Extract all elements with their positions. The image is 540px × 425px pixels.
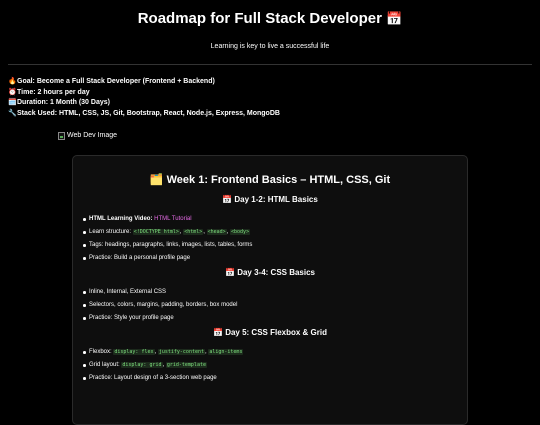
- duration-text: Duration: 1 Month (30 Days): [17, 99, 110, 107]
- grid-label: Grid layout:: [89, 362, 120, 368]
- divider: [8, 64, 532, 65]
- list-item: Learn structure: <!DOCTYPE html>, <html>…: [83, 228, 467, 236]
- day-title: 📅 Day 5: CSS Flexbox & Grid: [73, 328, 467, 338]
- list-item: Selectors, colors, margins, padding, bor…: [83, 301, 467, 309]
- code-snippet: display: flex: [113, 349, 155, 355]
- day-title-text: Day 5: CSS Flexbox & Grid: [225, 328, 327, 337]
- day-title-text: Day 3-4: CSS Basics: [237, 268, 316, 277]
- code-snippet: <html>: [183, 229, 204, 235]
- list-item: Practice: Style your profile page: [83, 314, 467, 322]
- time-line: ⏰Time: 2 hours per day: [8, 88, 540, 99]
- list-item: Inline, Internal, External CSS: [83, 288, 467, 296]
- stack-text: Stack Used: HTML, CSS, JS, Git, Bootstra…: [17, 109, 280, 117]
- code-snippet: <body>: [230, 229, 251, 235]
- page-title: Roadmap for Full Stack Developer 📅: [0, 0, 540, 28]
- image-alt-text: Web Dev Image: [67, 132, 118, 140]
- day-1-2-list: HTML Learning Video: HTML Tutorial Learn…: [73, 215, 467, 262]
- folder-icon: 🗂️: [149, 174, 164, 186]
- list-item: Flexbox: display: flex, justify-content,…: [83, 348, 467, 356]
- week-1-card: 🗂️ Week 1: Frontend Basics – HTML, CSS, …: [72, 155, 468, 425]
- stack-line: 🔧Stack Used: HTML, CSS, JS, Git, Bootstr…: [8, 109, 540, 120]
- list-item: Tags: headings, paragraphs, links, image…: [83, 241, 467, 249]
- page-subtitle: Learning is key to live a successful lif…: [210, 43, 330, 50]
- list-item: Practice: Layout design of a 3-section w…: [83, 374, 467, 382]
- list-item: Grid layout: display: grid, grid-templat…: [83, 361, 467, 369]
- day-title: 📅 Day 1-2: HTML Basics: [73, 195, 467, 205]
- day-3-4-list: Inline, Internal, External CSS Selectors…: [73, 288, 467, 322]
- list-item: Practice: Build a personal profile page: [83, 254, 467, 262]
- flexbox-label: Flexbox:: [89, 349, 112, 355]
- goal-line: 🔥Goal: Become a Full Stack Developer (Fr…: [8, 77, 540, 88]
- calendar-icon: 📅: [386, 11, 403, 26]
- goal-text: Goal: Become a Full Stack Developer (Fro…: [17, 78, 215, 85]
- fire-icon: 🔥: [8, 78, 17, 85]
- html-tutorial-link[interactable]: HTML Tutorial: [154, 216, 191, 222]
- broken-image-icon: [58, 131, 65, 140]
- code-snippet: justify-content: [157, 349, 205, 355]
- calendar-icon: 📅: [212, 328, 223, 337]
- calendar-icon: 📅: [222, 195, 233, 204]
- page-title-text: Roadmap for Full Stack Developer: [137, 10, 382, 27]
- time-text: Time: 2 hours per day: [17, 88, 90, 96]
- web-dev-image: Web Dev Image: [58, 131, 540, 140]
- day-title-text: Day 1-2: HTML Basics: [234, 195, 318, 204]
- list-item: HTML Learning Video: HTML Tutorial: [83, 215, 467, 223]
- duration-line: 🗓️Duration: 1 Month (30 Days): [8, 98, 540, 109]
- video-label: HTML Learning Video:: [89, 216, 153, 222]
- week-title: 🗂️ Week 1: Frontend Basics – HTML, CSS, …: [73, 173, 467, 187]
- code-snippet: display: grid: [121, 362, 163, 368]
- alarm-clock-icon: ⏰: [8, 88, 17, 96]
- structure-label: Learn structure:: [89, 229, 132, 235]
- calendar-icon: 🗓️: [8, 99, 17, 107]
- meta-list: 🔥Goal: Become a Full Stack Developer (Fr…: [8, 77, 540, 119]
- code-snippet: grid-template: [165, 362, 207, 368]
- code-snippet: align-items: [208, 349, 244, 355]
- day-5-list: Flexbox: display: flex, justify-content,…: [73, 348, 467, 382]
- code-snippet: <!DOCTYPE html>: [132, 229, 180, 235]
- wrench-icon: 🔧: [8, 109, 17, 117]
- day-title: 📅 Day 3-4: CSS Basics: [73, 268, 467, 278]
- week-title-text: Week 1: Frontend Basics – HTML, CSS, Git: [166, 174, 391, 186]
- calendar-icon: 📅: [224, 268, 235, 277]
- code-snippet: <head>: [206, 229, 227, 235]
